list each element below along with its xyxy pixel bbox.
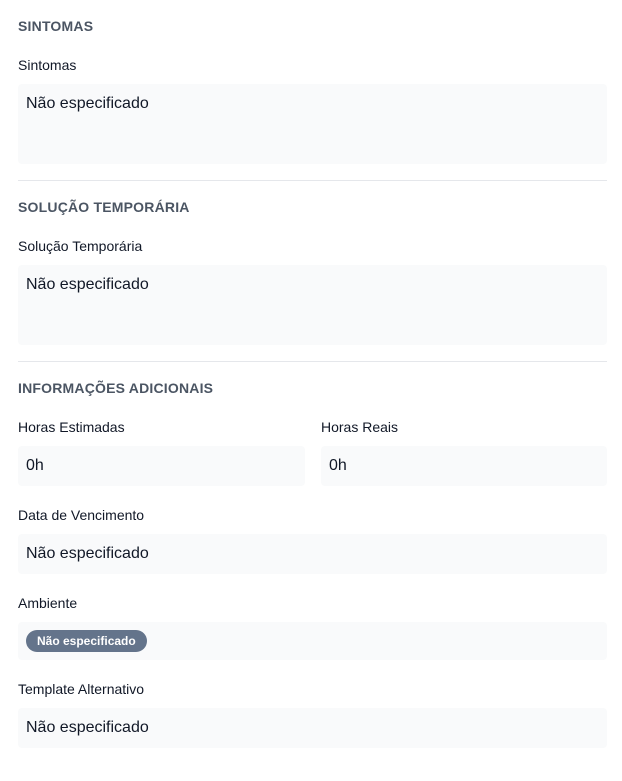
field-label-data-vencimento: Data de Vencimento: [18, 507, 145, 523]
field-label-solucao: Solução Temporária: [18, 238, 143, 254]
section-title-info: INFORMAÇÕES ADICIONAIS: [18, 380, 214, 396]
section-title-solucao: SOLUÇÃO TEMPORÁRIA: [18, 199, 190, 215]
field-label-horas-reais: Horas Reais: [321, 419, 399, 435]
field-value-sintomas: Não especificado: [26, 95, 149, 112]
section-title-sintomas: SINTOMAS: [18, 18, 94, 34]
field-ambiente: Não especificado: [18, 622, 607, 660]
field-value-horas-reais: 0h: [329, 457, 347, 474]
field-label-sintomas: Sintomas: [18, 57, 77, 73]
divider: [18, 180, 607, 181]
detail-panel: SINTOMAS Sintomas Não especificado SOLUÇ…: [0, 0, 622, 781]
divider: [18, 361, 607, 362]
field-label-horas-estimadas: Horas Estimadas: [18, 419, 125, 435]
field-value-horas-estimadas: 0h: [26, 457, 44, 474]
field-data-vencimento: Não especificado: [18, 534, 607, 574]
field-value-data-vencimento: Não especificado: [26, 545, 149, 562]
field-template: Não especificado: [18, 708, 607, 748]
ambiente-badge: Não especificado: [26, 630, 147, 652]
field-label-template: Template Alternativo: [18, 681, 145, 697]
field-value-template: Não especificado: [26, 719, 149, 736]
field-horas-reais: 0h: [321, 446, 607, 486]
field-value-solucao: Não especificado: [26, 276, 149, 293]
field-label-ambiente: Ambiente: [18, 595, 78, 611]
field-sintomas: Não especificado: [18, 84, 607, 164]
field-horas-estimadas: 0h: [18, 446, 305, 486]
field-solucao: Não especificado: [18, 265, 607, 345]
